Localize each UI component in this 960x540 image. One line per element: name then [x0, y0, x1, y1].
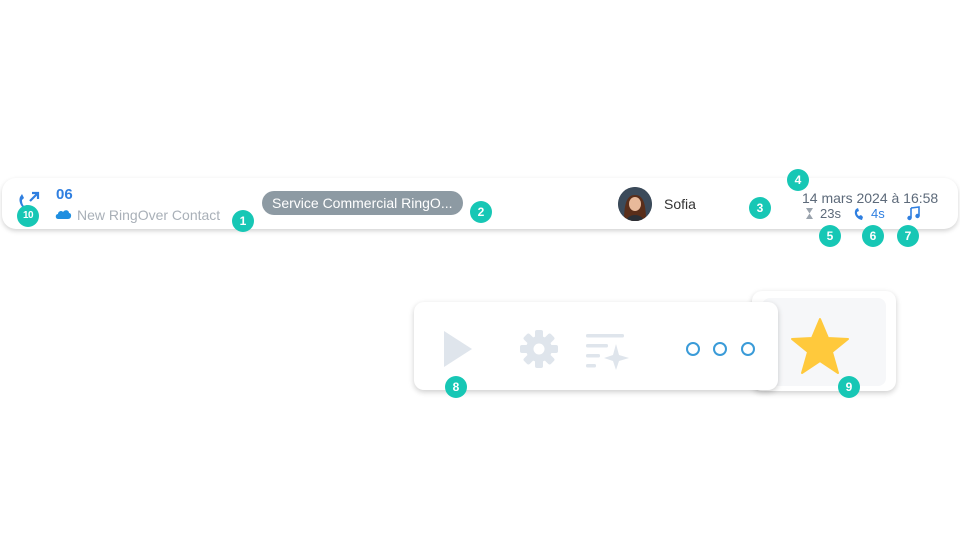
phone-number[interactable]: 06 [56, 186, 73, 203]
hourglass-icon [806, 208, 813, 219]
salesforce-icon [55, 210, 72, 219]
avatar [618, 187, 652, 221]
talk-duration: 4s [871, 206, 885, 221]
marker-9: 9 [838, 376, 860, 398]
marker-5: 5 [819, 225, 841, 247]
marker-3: 3 [749, 197, 771, 219]
phone-duration-icon [854, 208, 863, 220]
marker-7: 7 [897, 225, 919, 247]
total-duration: 23s [820, 206, 841, 221]
play-icon[interactable] [442, 329, 474, 369]
marker-1: 1 [232, 210, 254, 232]
marker-6: 6 [862, 225, 884, 247]
gear-icon[interactable] [518, 328, 560, 370]
marker-10: 10 [17, 205, 39, 227]
star-icon[interactable] [790, 317, 850, 375]
call-date: 14 mars 2024 à 16:58 [802, 190, 939, 206]
marker-8: 8 [445, 376, 467, 398]
group-tag[interactable]: Service Commercial RingO... [262, 191, 463, 215]
contact-name[interactable]: New RingOver Contact [77, 207, 220, 223]
ai-list-icon[interactable] [584, 332, 630, 370]
recording-note-icon[interactable] [906, 206, 921, 221]
marker-2: 2 [470, 201, 492, 223]
agent-name: Sofia [664, 196, 696, 212]
marker-4: 4 [787, 169, 809, 191]
